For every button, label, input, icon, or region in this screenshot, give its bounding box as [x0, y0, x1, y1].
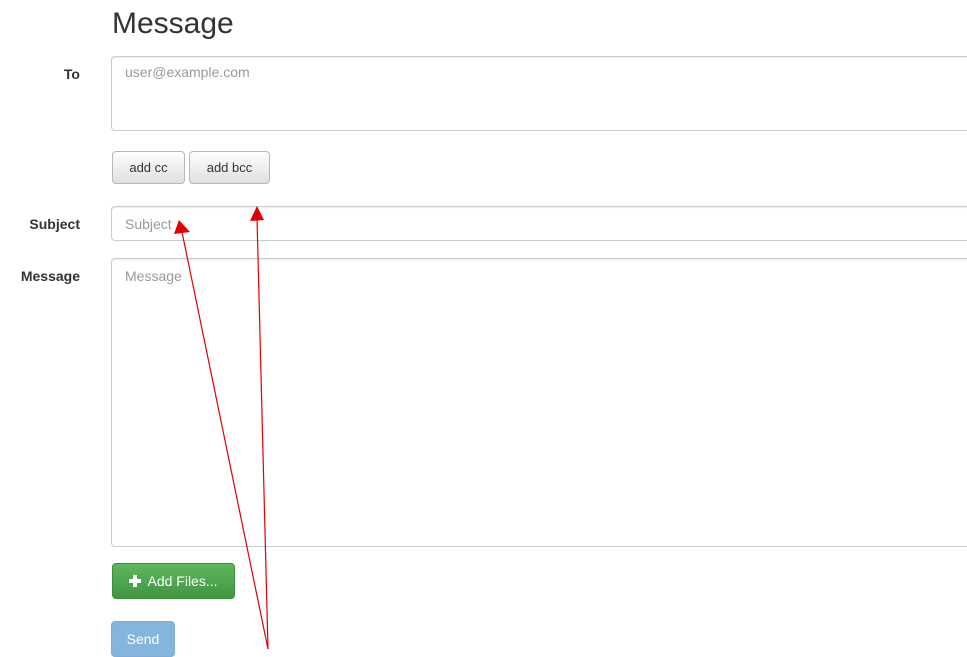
- message-textarea[interactable]: [111, 258, 967, 547]
- page-title: Message: [112, 7, 234, 40]
- add-bcc-button[interactable]: add bcc: [189, 151, 270, 184]
- plus-icon: [129, 575, 142, 587]
- add-cc-button[interactable]: add cc: [112, 151, 185, 184]
- add-files-button[interactable]: Add Files...: [112, 563, 235, 599]
- to-label: To: [63, 66, 80, 82]
- subject-input[interactable]: [111, 206, 967, 241]
- message-label: Message: [20, 268, 80, 284]
- to-field[interactable]: [111, 56, 967, 131]
- subject-label: Subject: [29, 216, 80, 232]
- send-button[interactable]: Send: [111, 621, 175, 657]
- add-files-label: Add Files...: [147, 573, 218, 589]
